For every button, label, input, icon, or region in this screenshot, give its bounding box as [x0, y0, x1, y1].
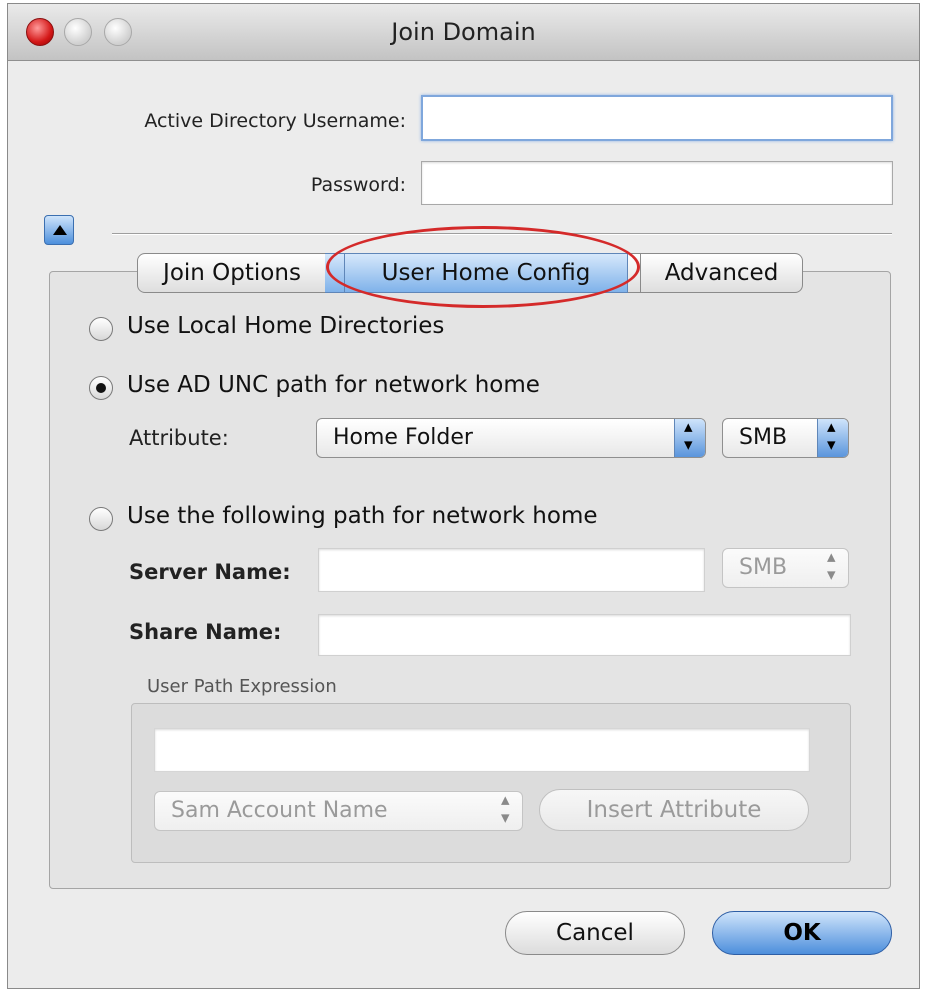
- username-input[interactable]: [421, 95, 893, 141]
- user-path-attribute-select[interactable]: Sam Account Name: [154, 781, 523, 837]
- tab-divider: [325, 253, 345, 293]
- tab-join-options[interactable]: Join Options: [137, 253, 327, 293]
- radio-ad-unc-path[interactable]: [89, 376, 113, 400]
- protocol-select[interactable]: SMB: [722, 408, 849, 464]
- radio-ad-unc-path-label[interactable]: Use AD UNC path for network home: [127, 372, 540, 398]
- cancel-button[interactable]: Cancel: [505, 911, 685, 955]
- radio-custom-path-label[interactable]: Use the following path for network home: [127, 503, 598, 529]
- tab-advanced[interactable]: Advanced: [640, 253, 803, 293]
- triangle-up-icon: [53, 225, 67, 235]
- user-path-attribute-value: Sam Account Name: [171, 798, 388, 823]
- updown-arrows-icon: [492, 781, 522, 837]
- window-title: Join Domain: [391, 18, 536, 46]
- server-name-label: Server Name:: [129, 560, 291, 584]
- separator-line: [112, 233, 892, 235]
- protocol-select-value: SMB: [739, 425, 788, 450]
- password-input[interactable]: [421, 161, 893, 205]
- attribute-select[interactable]: Home Folder: [316, 408, 706, 464]
- updown-arrows-icon: [674, 408, 705, 464]
- password-label: Password:: [310, 174, 406, 196]
- insert-attribute-button[interactable]: Insert Attribute: [539, 789, 809, 831]
- radio-custom-path[interactable]: [89, 507, 113, 531]
- attribute-select-value: Home Folder: [333, 425, 473, 450]
- updown-arrows-icon: [818, 538, 848, 594]
- server-protocol-select-value: SMB: [739, 555, 788, 580]
- user-path-group: [131, 703, 851, 863]
- radio-local-home[interactable]: [89, 317, 113, 341]
- username-label: Active Directory Username:: [144, 110, 406, 132]
- radio-local-home-label[interactable]: Use Local Home Directories: [127, 313, 444, 339]
- server-protocol-select[interactable]: SMB: [722, 538, 849, 594]
- user-path-expression-input[interactable]: [154, 728, 810, 772]
- updown-arrows-icon: [817, 408, 848, 464]
- share-name-label: Share Name:: [129, 620, 282, 644]
- user-path-group-label: User Path Expression: [147, 676, 337, 697]
- tab-user-home-config[interactable]: User Home Config: [344, 253, 628, 293]
- server-name-input[interactable]: [318, 548, 705, 592]
- share-name-input[interactable]: [318, 614, 851, 656]
- attribute-label: Attribute:: [129, 426, 229, 450]
- ok-button[interactable]: OK: [712, 911, 892, 955]
- collapse-disclosure-button[interactable]: [44, 215, 74, 245]
- title-bar: Join Domain: [8, 4, 919, 61]
